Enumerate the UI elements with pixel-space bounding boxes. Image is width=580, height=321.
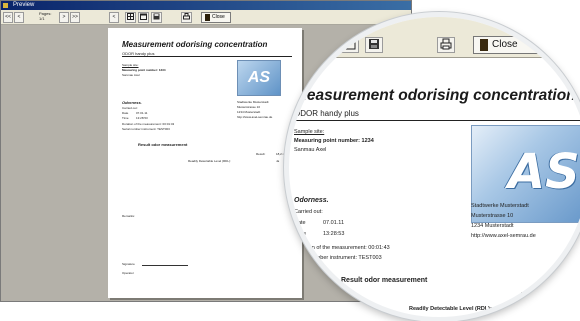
magnified-rdl-value: Ja <box>551 306 558 312</box>
magnified-company-url: http://www.axel-semrau.de <box>471 233 536 239</box>
magnified-company-street: Musterstrasse 10 <box>471 213 514 219</box>
magnified-time-value: 13:28:53 <box>323 231 345 237</box>
print-icon[interactable] <box>181 12 192 23</box>
time-label: Time <box>122 116 129 120</box>
pages-value: 1/1 <box>39 16 45 21</box>
screenshot-stage: . n ) Preview << < Pages: 1/1 > >> < <box>0 0 580 321</box>
next-page-button[interactable]: > <box>59 12 69 23</box>
rdl-value: Ja <box>276 159 280 163</box>
calendar-icon[interactable] <box>138 12 149 23</box>
window-title: Preview <box>13 2 35 8</box>
magnified-result-label: Result: <box>521 292 540 298</box>
magnified-sample-site-name: Sanmau Axel <box>294 147 327 153</box>
magnified-subtitle: ODOR handy plus <box>294 109 359 118</box>
save-icon[interactable] <box>151 12 162 23</box>
date-value: 07.01.11 <box>136 111 148 115</box>
as-logo: AS <box>237 60 281 96</box>
result-label: Result: <box>256 152 266 156</box>
close-label: Close <box>212 14 225 20</box>
company-city: 1234 Musterstadt <box>237 110 261 114</box>
magnified-document: Measurement odorising concentration ODOR… <box>289 57 580 317</box>
company-street: Musterstrasse 10 <box>237 105 261 109</box>
duration-line: Duration of the measurement: 00:01:43 <box>122 122 175 126</box>
sample-site-name: Sanmau Axel <box>122 73 140 77</box>
magnified-company-name: Stadtwerke Musterstadt <box>471 203 529 209</box>
magnified-toolbar: < Close <box>289 17 580 58</box>
magnified-calendar-icon[interactable] <box>341 37 359 53</box>
magnified-print-icon[interactable] <box>437 37 455 53</box>
remarks-label: Remarks: <box>122 214 135 218</box>
magnified-save-icon[interactable] <box>365 37 383 53</box>
prev-page-button[interactable]: < <box>14 12 24 23</box>
magnified-logo-text: AS <box>508 144 580 200</box>
time-value: 13:28:53 <box>136 116 148 120</box>
carried-out-label: Carried out: <box>122 106 138 110</box>
magnified-result-heading: Result odor measurement <box>341 277 428 284</box>
magnified-close-label: Close <box>492 39 518 50</box>
close-button[interactable]: Close <box>201 12 231 23</box>
company-name: Stadtwerke Musterstadt <box>237 100 269 104</box>
magnified-duration: Duration of the measurement: 00:01:43 <box>294 245 390 251</box>
company-url: http://www.axel-semrau.de <box>237 115 273 119</box>
page-indicator: Pages: 1/1 <box>39 11 51 21</box>
date-label: Date <box>122 111 129 115</box>
first-page-button[interactable]: << <box>3 12 13 23</box>
result-heading: Result odor measurement <box>138 142 188 147</box>
operator-label: Operator <box>122 271 134 275</box>
magnified-company-city: 1234 Musterstadt <box>471 223 514 229</box>
signature-line <box>142 265 188 266</box>
magnified-odorness-heading: Odorness. <box>294 197 329 204</box>
magnified-carried-out: Carried out: <box>294 209 323 215</box>
page-title: Measurement odorising concentration <box>122 40 268 49</box>
magnified-zoom-out-button[interactable]: < <box>313 37 331 53</box>
zoom-out-button[interactable]: < <box>109 12 119 23</box>
magnified-sample-site-heading: Sample site: <box>294 129 325 135</box>
magnified-serial: Serial number instrument: TEST003 <box>294 255 382 261</box>
magnified-time-label: Time <box>294 231 307 237</box>
title-rule <box>122 56 292 57</box>
magnified-title: Measurement odorising concentration <box>294 87 576 104</box>
grid-view-icon[interactable] <box>125 12 136 23</box>
last-page-button[interactable]: >> <box>70 12 80 23</box>
magnified-result-value: 18,2 mg/ <box>551 292 574 298</box>
rdl-label: Readily Detectable Level (RDL): <box>188 159 231 163</box>
window-titlebar: Preview <box>1 1 411 10</box>
sample-site-heading: Sample site: <box>122 63 139 67</box>
measuring-point: Measuring point number: 1234 <box>122 68 166 72</box>
magnified-title-rule <box>294 120 580 121</box>
app-icon <box>3 3 8 8</box>
odorness-heading: Odorness. <box>122 100 142 105</box>
magnified-close-button[interactable]: Close <box>473 36 539 54</box>
magnified-measuring-point: Measuring point number: 1234 <box>294 138 374 144</box>
magnified-date-label: Date <box>294 220 306 226</box>
magnified-rdl-label: Readily Detectable Level (RDL): <box>409 306 492 312</box>
magnified-date-value: 07.01.11 <box>323 220 345 226</box>
magnified-close-icon <box>480 39 488 51</box>
serial-line: Serial number instrument: TEST003 <box>122 127 170 131</box>
close-icon <box>205 14 210 21</box>
document-page: Measurement odorising concentration ODOR… <box>108 28 302 298</box>
signature-label: Signature <box>122 262 135 266</box>
magnifier-circle: < Close Measurement odorising concentrat… <box>284 12 580 321</box>
